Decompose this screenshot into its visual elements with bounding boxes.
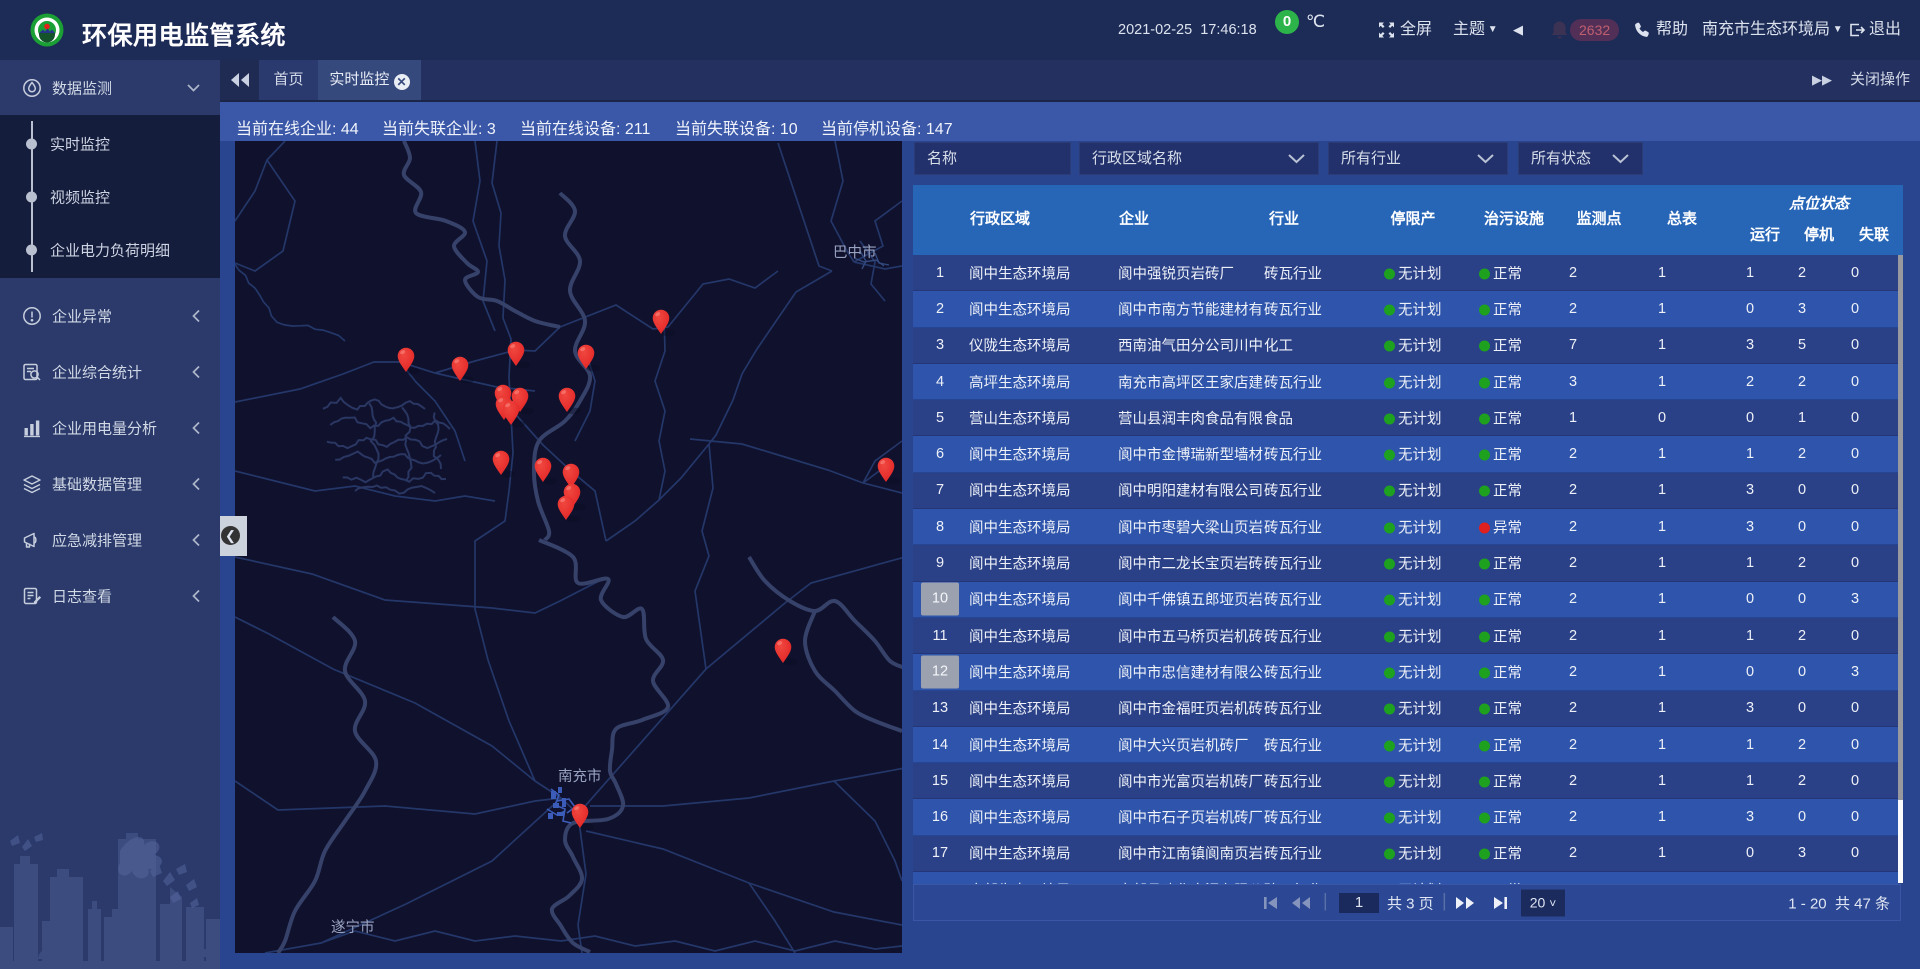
svg-text:南充市: 南充市 xyxy=(558,768,602,785)
svg-text:巴中市: 巴中市 xyxy=(833,244,877,261)
svg-text:遂宁市: 遂宁市 xyxy=(331,919,375,936)
